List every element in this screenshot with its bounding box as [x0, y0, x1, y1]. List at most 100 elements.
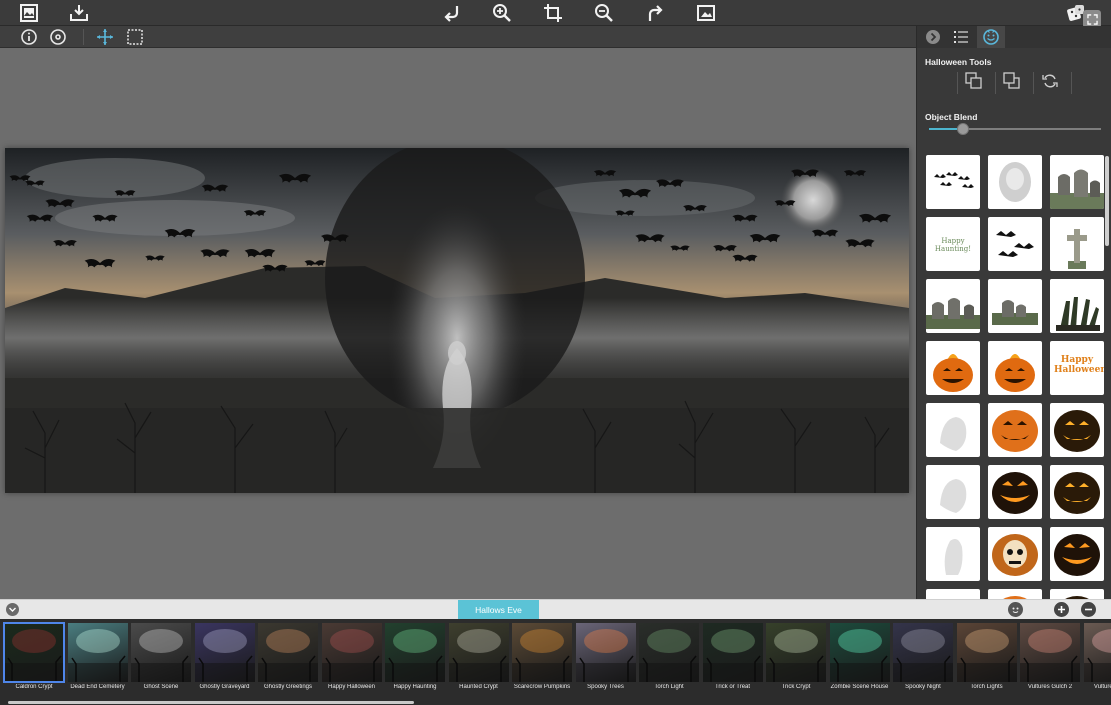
panel-tabs [917, 26, 1111, 48]
halloween-object-thumb[interactable] [988, 217, 1042, 271]
undo-icon[interactable] [440, 2, 464, 24]
halloween-object-thumb[interactable] [1050, 403, 1104, 457]
filmstrip-thumbnail [131, 623, 191, 682]
move-icon[interactable] [95, 27, 115, 47]
zoom-in-icon[interactable] [490, 2, 514, 24]
halloween-object-thumb[interactable] [988, 465, 1042, 519]
filmstrip-item[interactable]: Caldron Crypt [3, 622, 65, 700]
crop-icon[interactable] [541, 2, 565, 24]
image-fit-icon[interactable] [694, 2, 718, 24]
filmstrip-item[interactable]: Scarecrow Pumpkins [512, 623, 572, 700]
minus-icon[interactable] [1081, 602, 1096, 617]
filmstrip-thumbnail [3, 622, 65, 683]
halloween-object-thumb[interactable] [1050, 155, 1104, 209]
halloween-object-thumb[interactable] [988, 527, 1042, 581]
filmstrip-label: Dead End Cemetery [70, 684, 125, 690]
filmstrip-item[interactable]: Happy Halloween [321, 623, 382, 700]
halloween-object-thumb[interactable] [926, 527, 980, 581]
sub-toolbar [0, 26, 916, 48]
halloween-object-thumb[interactable] [1050, 279, 1104, 333]
template-filmstrip: Caldron Crypt Dead End Cemetery Ghost Scen… [0, 619, 1111, 705]
filmstrip-label: Caldron Crypt [15, 684, 53, 690]
filmstrip-item[interactable]: Trick Crypt [766, 623, 826, 700]
halloween-objects-grid: Happy Haunting! Happy Halloween [925, 154, 1105, 599]
filmstrip-thumbnail [575, 623, 636, 682]
halloween-object-thumb[interactable] [1050, 217, 1104, 271]
filmstrip-item[interactable]: Ghost Scene [131, 623, 191, 700]
halloween-object-thumb[interactable] [926, 279, 980, 333]
halloween-object-thumb[interactable] [988, 279, 1042, 333]
halloween-object-thumb[interactable]: Happy Halloween [1050, 341, 1104, 395]
redo-icon[interactable] [643, 2, 667, 24]
filmstrip-scrollbar[interactable] [8, 701, 414, 704]
panel-scrollbar[interactable] [1105, 156, 1109, 246]
frame-icon[interactable] [17, 2, 41, 24]
send-backward-icon[interactable] [999, 70, 1025, 92]
filmstrip-item[interactable]: Vultures Gulch 2 [1020, 623, 1080, 700]
filmstrip-label: Happy Haunting [393, 684, 437, 690]
save-icon[interactable] [67, 2, 91, 24]
info-icon[interactable] [19, 27, 39, 47]
filmstrip-item[interactable]: Spooky Night [893, 623, 953, 700]
object-blend-slider[interactable] [929, 123, 1101, 135]
halloween-object-thumb[interactable] [926, 465, 980, 519]
filmstrip-item[interactable]: Ghostly Graveyard [194, 623, 255, 700]
filmstrip-item[interactable]: Happy Haunting [385, 623, 445, 700]
filmstrip-item[interactable]: Zombie Scene House [829, 623, 890, 700]
filmstrip-thumbnail [321, 623, 382, 682]
bottom-bar: Hallows Eve [0, 599, 1111, 620]
halloween-object-thumb[interactable] [988, 341, 1042, 395]
halloween-object-thumb[interactable]: Happy Haunting! [926, 217, 980, 271]
filmstrip-label: Spooky Trees [587, 684, 624, 690]
chevron-down-icon[interactable] [6, 603, 19, 616]
thumb-caption: Happy Halloween [1054, 355, 1104, 375]
halloween-object-thumb[interactable] [988, 403, 1042, 457]
face-icon[interactable] [1008, 602, 1023, 617]
filmstrip-item[interactable]: Dead End Cemetery [67, 623, 128, 700]
right-panel: Halloween Tools Object Blend Happy Haunt… [916, 26, 1111, 599]
halloween-object-thumb[interactable] [1050, 527, 1104, 581]
halloween-object-thumb[interactable] [1050, 589, 1104, 599]
halloween-object-thumb[interactable] [926, 341, 980, 395]
filmstrip-item[interactable]: Vultures Gulch [1083, 623, 1111, 700]
halloween-object-thumb[interactable] [1050, 465, 1104, 519]
filmstrip-item[interactable]: Torch Light [639, 623, 699, 700]
list-icon[interactable] [947, 26, 975, 48]
object-blend-knob[interactable] [957, 123, 970, 135]
app-window: Halloween Tools Object Blend Happy Haunt… [0, 0, 1111, 705]
bring-forward-icon[interactable] [961, 70, 987, 92]
filmstrip-thumbnail [258, 623, 318, 682]
zoom-out-icon[interactable] [592, 2, 616, 24]
filmstrip-item[interactable]: Trick or Treat [702, 623, 763, 700]
filmstrip-thumbnail [766, 623, 826, 682]
halloween-object-thumb[interactable] [988, 155, 1042, 209]
filmstrip-label: Trick or Treat [714, 684, 751, 690]
filmstrip-thumbnail [194, 623, 255, 682]
rotate-icon[interactable] [1037, 70, 1063, 92]
tab-hallows-eve[interactable]: Hallows Eve [458, 600, 539, 620]
plus-icon[interactable] [1054, 602, 1069, 617]
halloween-scene-canvas[interactable] [5, 148, 909, 493]
filmstrip-thumbnail [512, 623, 572, 682]
filmstrip-item[interactable]: Spooky Trees [575, 623, 636, 700]
filmstrip-label: Vultures Gulch [1093, 684, 1111, 690]
filmstrip-thumbnail [385, 623, 445, 682]
halloween-object-thumb[interactable] [926, 403, 980, 457]
select-rect-icon[interactable] [125, 27, 145, 47]
settings-icon[interactable] [48, 27, 68, 47]
halloween-object-thumb[interactable] [926, 589, 980, 599]
filmstrip-item[interactable]: Torch Lights [956, 623, 1017, 700]
filmstrip-label: Happy Halloween [327, 684, 376, 690]
smiley-icon[interactable] [977, 26, 1005, 48]
filmstrip-item[interactable]: Haunted Crypt [448, 623, 509, 700]
collapse-arrow-icon[interactable] [919, 26, 947, 48]
halloween-object-thumb[interactable] [926, 155, 980, 209]
filmstrip-item[interactable]: Ghostly Greetings [258, 623, 318, 700]
filmstrip-thumbnail [639, 623, 699, 682]
filmstrip-label: Vultures Gulch 2 [1027, 684, 1073, 690]
halloween-object-thumb[interactable] [988, 589, 1042, 599]
filmstrip-label: Trick Crypt [781, 684, 811, 690]
filmstrip-label: Spooky Night [905, 684, 941, 690]
filmstrip-label: Zombie Scene House [830, 684, 889, 690]
scene-artwork [5, 148, 909, 493]
